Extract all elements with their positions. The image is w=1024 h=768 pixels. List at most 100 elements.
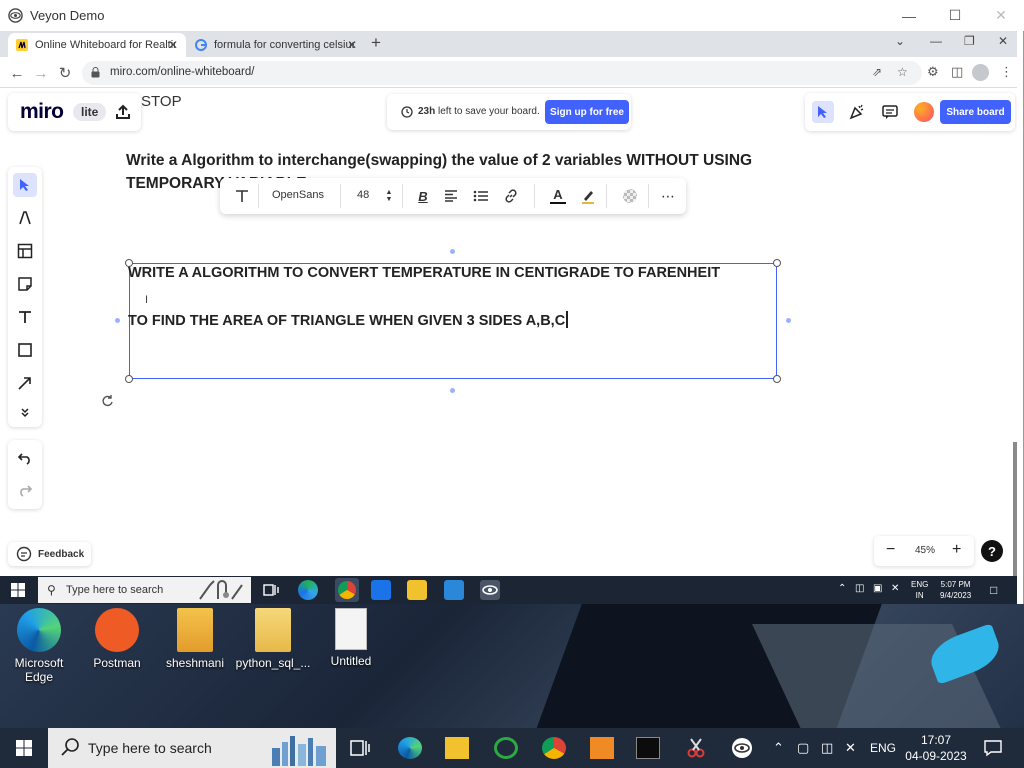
reactions-icon[interactable] <box>846 101 868 123</box>
desktop-icon-sheshmani[interactable]: sheshmani <box>156 608 234 670</box>
file-explorer-taskbar-icon[interactable] <box>407 580 427 600</box>
zoom-out-button[interactable]: − <box>886 541 895 559</box>
tray-volume-icon[interactable]: ✕ <box>891 583 899 594</box>
refresh-app-taskbar-icon[interactable] <box>494 737 518 759</box>
tab-search-chevron-icon[interactable]: ⌄ <box>895 34 905 48</box>
chrome-close-button[interactable]: ✕ <box>998 34 1008 48</box>
reload-button[interactable]: ↻ <box>55 63 75 83</box>
help-button[interactable]: ? <box>981 540 1003 562</box>
more-tools-chevron-icon[interactable] <box>13 400 37 424</box>
minimize-button[interactable]: — <box>886 0 932 31</box>
maximize-button[interactable]: ☐ <box>932 0 978 31</box>
comments-icon[interactable] <box>879 101 901 123</box>
zoom-level[interactable]: 45% <box>915 545 935 556</box>
snipping-tool-taskbar-icon[interactable] <box>684 737 708 759</box>
new-tab-button[interactable]: + <box>371 33 381 53</box>
feedback-button[interactable]: Feedback <box>8 542 91 566</box>
fill-color-icon[interactable] <box>620 185 640 207</box>
link-icon[interactable] <box>502 185 520 207</box>
chrome-menu-icon[interactable]: ⋮ <box>1000 64 1013 80</box>
resize-handle-bottom-right[interactable] <box>773 375 781 383</box>
terminal-taskbar-icon[interactable] <box>636 737 660 759</box>
profile-avatar[interactable] <box>972 64 989 81</box>
tray-chevron-icon[interactable]: ⌃ <box>773 740 784 756</box>
tab-miro[interactable]: Online Whiteboard for Realtime C ✕ <box>8 33 186 57</box>
zoom-in-button[interactable]: + <box>952 541 961 559</box>
bookmark-star-icon[interactable]: ☆ <box>897 65 908 79</box>
rotate-icon[interactable] <box>101 394 114 407</box>
font-size-stepper-icon[interactable]: ▲ ▼ <box>384 185 394 207</box>
remote-notification-icon[interactable]: □ <box>990 583 997 597</box>
tab-close-icon[interactable]: ✕ <box>347 38 357 52</box>
chrome-minimize-button[interactable]: — <box>930 34 942 48</box>
task-view-icon[interactable] <box>348 737 372 759</box>
canvas-scrollbar[interactable] <box>1013 442 1017 576</box>
address-bar[interactable]: miro.com/online-whiteboard/ ⇗ ☆ <box>82 61 922 85</box>
sign-up-button[interactable]: Sign up for free <box>545 100 629 124</box>
veyon-taskbar-icon[interactable] <box>480 580 500 600</box>
text-type-icon[interactable] <box>232 185 252 207</box>
veyon-taskbar-icon[interactable] <box>730 737 754 759</box>
remote-clock[interactable]: 5:07 PM 9/4/2023 <box>940 579 971 601</box>
connector-arrow-icon[interactable] <box>13 371 37 395</box>
select-cursor-icon[interactable] <box>812 101 834 123</box>
more-options-icon[interactable]: ⋯ <box>658 185 678 207</box>
sticky-note-icon[interactable] <box>13 272 37 296</box>
task-view-icon[interactable] <box>261 580 281 600</box>
desktop-icon-python-sql[interactable]: python_sql_... <box>234 608 312 670</box>
side-panel-icon[interactable]: ◫ <box>951 64 963 80</box>
windows-start-icon[interactable] <box>11 583 25 597</box>
extensions-icon[interactable]: ⚙ <box>927 64 939 80</box>
taskbar-search-box[interactable]: Type here to search <box>48 728 336 768</box>
tray-volume-muted-icon[interactable]: ✕ <box>845 740 856 756</box>
edge-taskbar-icon[interactable] <box>398 737 422 759</box>
back-button[interactable]: ← <box>7 63 27 83</box>
shape-tool-icon[interactable] <box>13 338 37 362</box>
bold-icon[interactable]: B <box>415 185 431 207</box>
file-explorer-taskbar-icon[interactable] <box>445 737 469 759</box>
remote-search-box[interactable]: ⚲ Type here to search <box>38 577 251 603</box>
user-avatar-icon[interactable] <box>913 101 935 123</box>
desktop-icon-untitled[interactable]: Untitled <box>312 608 390 668</box>
font-size-value[interactable]: 48 <box>357 189 369 201</box>
highlight-icon[interactable] <box>578 185 598 207</box>
connector-dot-right[interactable] <box>786 318 791 323</box>
notification-center-icon[interactable] <box>984 739 1002 757</box>
text-tool-icon[interactable] <box>13 305 37 329</box>
share-board-button[interactable]: Share board <box>940 100 1011 124</box>
connector-dot-left[interactable] <box>115 318 120 323</box>
close-button[interactable]: ✕ <box>978 0 1024 31</box>
share-page-icon[interactable]: ⇗ <box>872 65 882 79</box>
remote-language-indicator[interactable]: ENG IN <box>911 579 928 601</box>
tray-network-icon[interactable]: ◫ <box>821 740 833 756</box>
tab-close-icon[interactable]: ✕ <box>168 38 178 52</box>
store-taskbar-icon[interactable] <box>444 580 464 600</box>
pen-tool-icon[interactable] <box>13 206 37 230</box>
redo-icon[interactable] <box>13 478 37 502</box>
miro-board-canvas[interactable]: STOP miro lite 23h left to save your boa… <box>0 89 1017 576</box>
chrome-restore-button[interactable]: ❐ <box>964 34 975 48</box>
align-left-icon[interactable] <box>442 185 460 207</box>
tray-meet-icon[interactable]: ▢ <box>797 740 809 756</box>
connector-dot-top[interactable] <box>450 249 455 254</box>
bullet-list-icon[interactable] <box>472 185 490 207</box>
taskbar-clock[interactable]: 17:07 04-09-2023 <box>904 732 968 764</box>
resize-handle-bottom-left[interactable] <box>125 375 133 383</box>
edge-taskbar-icon[interactable] <box>298 580 318 600</box>
export-icon[interactable] <box>114 103 132 121</box>
connector-dot-bottom[interactable] <box>450 388 455 393</box>
select-tool-icon[interactable] <box>13 173 37 197</box>
tray-chevron-icon[interactable]: ⌃ <box>838 583 846 594</box>
desktop-icon-postman[interactable]: Postman <box>78 608 156 670</box>
chrome-taskbar-icon[interactable] <box>335 578 359 602</box>
tab-google[interactable]: formula for converting celsius int ✕ <box>187 33 365 57</box>
undo-icon[interactable] <box>13 446 37 470</box>
xampp-taskbar-icon[interactable] <box>590 737 614 759</box>
text-color-icon[interactable]: A <box>548 185 568 207</box>
tray-monitor-icon[interactable]: ▣ <box>873 583 882 594</box>
board-text-temperature[interactable]: WRITE A ALGORITHM TO CONVERT TEMPERATURE… <box>128 265 720 281</box>
board-text-triangle[interactable]: TO FIND THE AREA OF TRIANGLE WHEN GIVEN … <box>128 311 568 329</box>
chrome-taskbar-icon[interactable] <box>542 737 566 759</box>
desktop-icon-edge[interactable]: Microsoft Edge <box>0 608 78 684</box>
language-indicator[interactable]: ENG <box>870 741 896 755</box>
